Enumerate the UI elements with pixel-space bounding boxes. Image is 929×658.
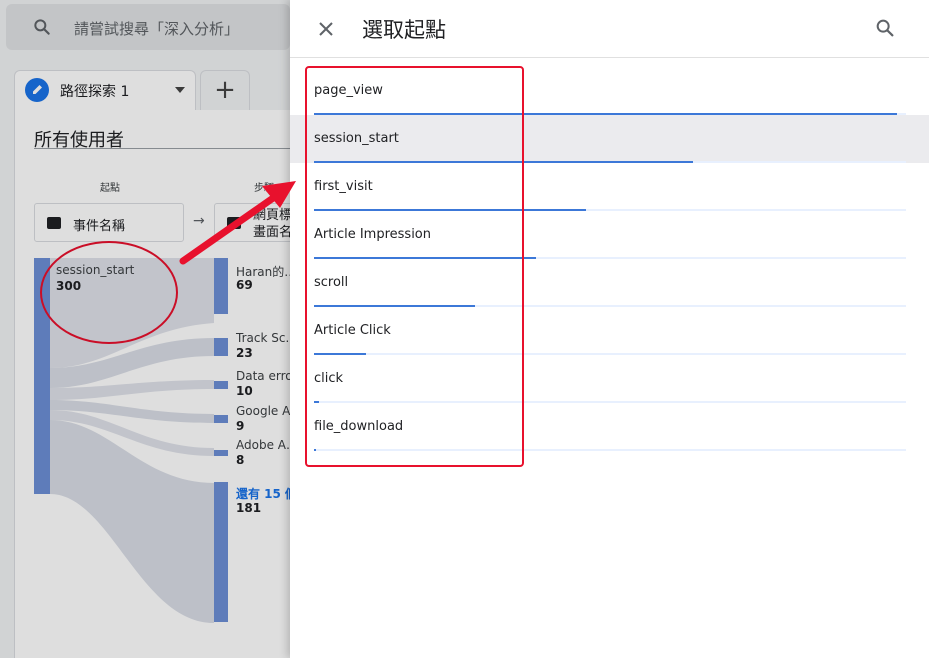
search-icon[interactable] — [874, 17, 896, 39]
scrim-overlay[interactable] — [0, 0, 290, 658]
drawer-header: 選取起點 — [290, 0, 929, 58]
annotation-highlight-box — [305, 66, 524, 467]
drawer-title: 選取起點 — [362, 18, 446, 42]
close-icon[interactable] — [316, 19, 336, 39]
